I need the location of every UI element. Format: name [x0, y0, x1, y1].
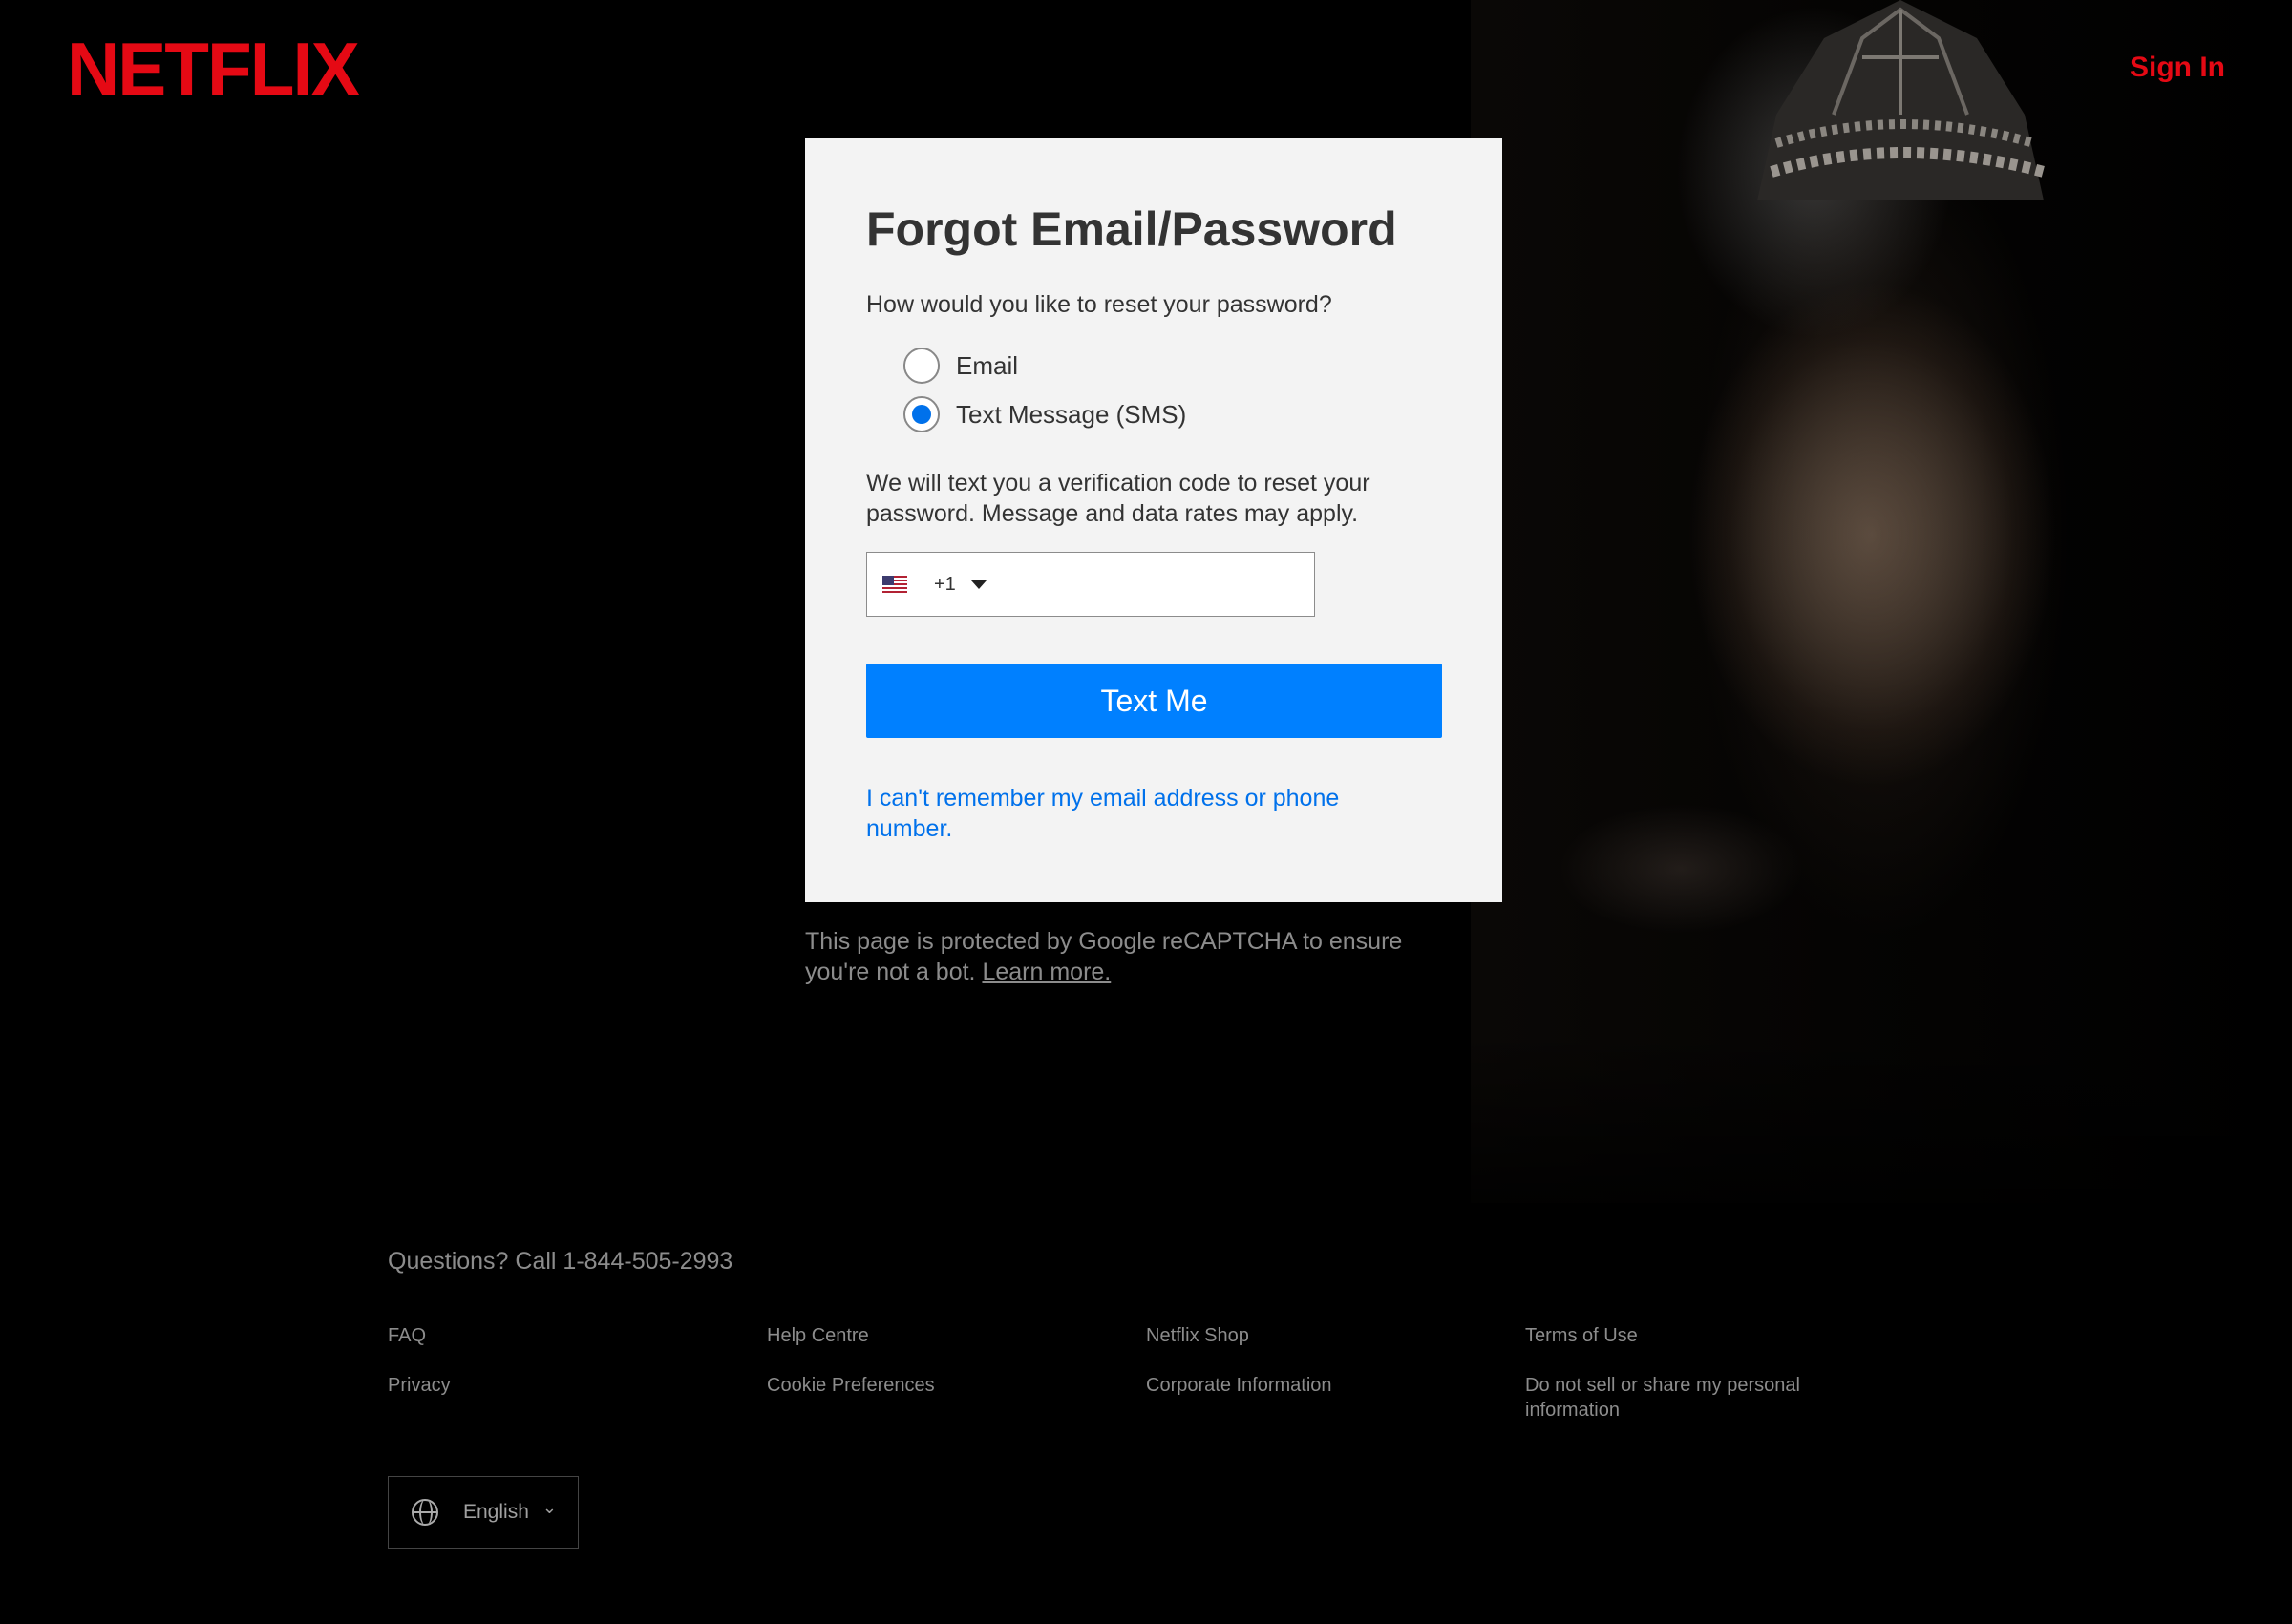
footer-link-netflix-shop[interactable]: Netflix Shop — [1146, 1323, 1249, 1348]
footer-link-help-centre[interactable]: Help Centre — [767, 1323, 869, 1348]
radio-label-email: Email — [956, 350, 1019, 380]
crown-image — [1757, 0, 2046, 200]
globe-icon — [412, 1499, 438, 1526]
footer-link-privacy[interactable]: Privacy — [388, 1373, 451, 1398]
sms-description: We will text you a verification code to … — [866, 470, 1370, 527]
footer-link-cookie-preferences[interactable]: Cookie Preferences — [767, 1373, 935, 1398]
radio-button-sms[interactable] — [903, 396, 940, 432]
phone-number-input[interactable] — [987, 553, 1314, 616]
footer-link-terms[interactable]: Terms of Use — [1525, 1323, 1638, 1348]
us-flag-icon — [882, 576, 907, 593]
hero-fade — [1432, 1031, 2292, 1241]
chevron-down-icon: ⌄ — [541, 1497, 557, 1517]
page-title: Forgot Email/Password — [866, 202, 1397, 256]
country-code-select[interactable]: +1 — [867, 553, 987, 616]
cant-remember-link[interactable]: I can't remember my email address or pho… — [866, 783, 1401, 844]
learn-more-link[interactable]: Learn more. — [982, 959, 1111, 985]
footer-link-do-not-sell[interactable]: Do not sell or share my personal informa… — [1525, 1373, 1840, 1423]
footer-link-corporate-information[interactable]: Corporate Information — [1146, 1373, 1332, 1398]
caret-down-icon — [970, 580, 987, 589]
radio-label-sms: Text Message (SMS) — [956, 399, 1187, 429]
text-me-button[interactable]: Text Me — [866, 664, 1442, 738]
language-label: English — [463, 1501, 529, 1523]
recaptcha-notice: This page is protected by Google reCAPTC… — [805, 926, 1454, 987]
footer-link-faq[interactable]: FAQ — [388, 1323, 426, 1348]
radio-option-sms[interactable]: Text Message (SMS) — [903, 396, 1186, 432]
forgot-password-card: Forgot Email/Password How would you like… — [805, 138, 1502, 902]
footer-questions[interactable]: Questions? Call 1-844-505-2993 — [388, 1248, 732, 1276]
language-select[interactable]: English ⌄ — [388, 1476, 579, 1549]
sign-in-link[interactable]: Sign In — [2130, 52, 2225, 84]
netflix-logo[interactable]: NETFLIX — [67, 31, 360, 107]
reset-method-prompt: How would you like to reset your passwor… — [866, 291, 1332, 318]
radio-button-email[interactable] — [903, 348, 940, 384]
phone-number-field: +1 — [866, 552, 1315, 617]
country-code-label: +1 — [934, 573, 956, 595]
radio-option-email[interactable]: Email — [903, 348, 1018, 384]
